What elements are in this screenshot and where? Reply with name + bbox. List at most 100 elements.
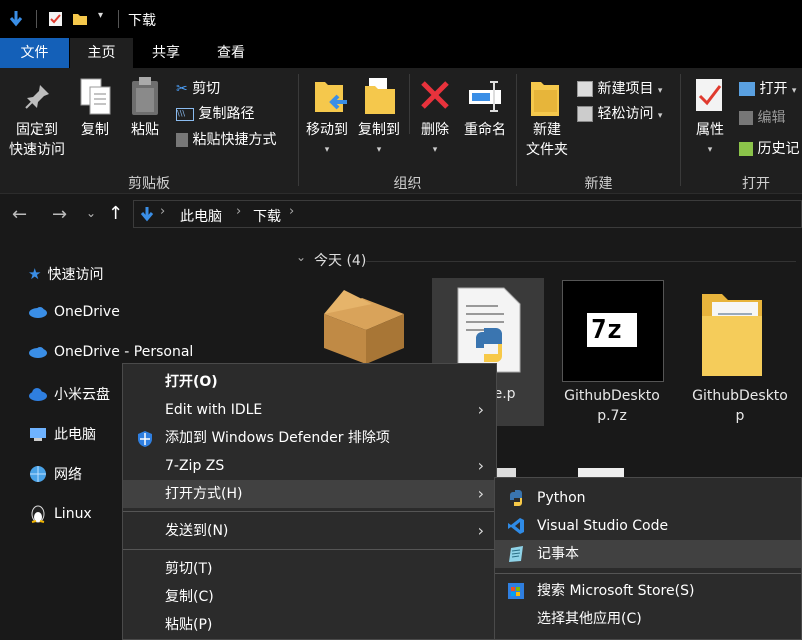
menu-item-label: 添加到 Windows Defender 排除项: [165, 430, 390, 446]
breadcrumb-this-pc[interactable]: 此电脑: [180, 206, 222, 226]
sidebar-item-label: OneDrive - Personal: [54, 344, 194, 360]
window-title: 下载: [128, 13, 156, 29]
tab-view[interactable]: 查看: [200, 38, 262, 68]
sidebar-item-onedrive-personal[interactable]: OneDrive - Personal: [28, 344, 193, 360]
copy-to-button[interactable]: 复制到 ▾: [351, 120, 407, 160]
cut-button[interactable]: ✂ 剪切: [176, 78, 220, 98]
menu-item-open-with[interactable]: 打开方式(H) ›: [123, 480, 496, 508]
edit-button[interactable]: 编辑: [739, 107, 785, 127]
properties-label: 属性: [696, 122, 724, 138]
notepad-icon: [509, 546, 523, 562]
menu-item-label: Visual Studio Code: [537, 518, 669, 534]
move-to-button[interactable]: 移动到 ▾: [299, 120, 355, 160]
open-button[interactable]: 打开 ▾: [739, 78, 796, 98]
linux-icon: [31, 505, 45, 523]
chevron-down-icon: ▾: [324, 145, 330, 155]
menu-item-open[interactable]: 打开(O): [123, 368, 496, 396]
file-tile-package[interactable]: [312, 280, 422, 370]
delete-button[interactable]: 删除 ▾: [413, 120, 457, 160]
breadcrumb-chevron-icon[interactable]: ›: [289, 204, 294, 219]
paste-shortcut-button[interactable]: 粘贴快捷方式: [176, 129, 276, 149]
customize-quick-access-dropdown-icon[interactable]: ▾: [98, 10, 103, 21]
properties-button[interactable]: 属性 ▾: [685, 120, 735, 160]
sidebar-item-linux[interactable]: Linux: [28, 504, 92, 524]
file-tile-7z[interactable]: 7z GithubDeskto p.7z: [558, 280, 674, 430]
package-icon: [324, 290, 404, 364]
delete-x-icon: [421, 81, 449, 109]
submenu-item-notepad[interactable]: 记事本: [495, 540, 801, 568]
quick-access-down-arrow-icon[interactable]: [8, 10, 24, 28]
paste-shortcut-label: 粘贴快捷方式: [192, 132, 277, 148]
tab-home[interactable]: 主页: [70, 38, 133, 69]
menu-item-label: Python: [537, 490, 586, 506]
properties-check-icon[interactable]: [48, 11, 64, 27]
new-folder-button[interactable]: 新建 文件夹: [517, 120, 577, 160]
history-button[interactable]: 历史记: [739, 138, 799, 158]
sidebar-item-label: OneDrive: [54, 304, 120, 320]
copy-button[interactable]: 复制: [72, 120, 118, 140]
new-group-label: 新建: [584, 176, 613, 192]
history-icon: [739, 142, 753, 156]
pin-to-quick-access-button[interactable]: 固定到 快速访问: [4, 120, 70, 160]
submenu-item-choose-other-app[interactable]: 选择其他应用(C): [495, 605, 801, 633]
sidebar-item-mi-cloud[interactable]: 小米云盘: [28, 384, 110, 404]
back-arrow-icon[interactable]: ←: [12, 204, 27, 225]
python-file-icon: [457, 287, 521, 373]
navigation-row: ← → ⌄ ↑ › 此电脑 › 下载 ›: [0, 194, 802, 236]
context-menu: 打开(O) Edit with IDLE › 添加到 Windows Defen…: [122, 363, 497, 640]
menu-item-paste[interactable]: 粘贴(P): [123, 611, 496, 639]
cloud-icon: [29, 307, 47, 318]
group-collapse-chevron-icon[interactable]: ⌄: [296, 250, 306, 264]
recent-locations-chevron-icon[interactable]: ⌄: [86, 206, 96, 220]
paste-button[interactable]: 粘贴: [122, 120, 168, 140]
sidebar-item-quick-access[interactable]: ★ 快速访问: [28, 264, 103, 284]
menu-item-label: 打开方式(H): [165, 486, 243, 502]
easy-access-label: 轻松访问: [597, 106, 654, 122]
menu-separator: [495, 573, 801, 574]
new-folder-icon: [531, 82, 559, 116]
delete-label: 删除: [421, 122, 449, 138]
sidebar-item-network[interactable]: 网络: [28, 464, 82, 484]
menu-item-send-to[interactable]: 发送到(N) ›: [123, 517, 496, 545]
file-name-line-1: GithubDeskto: [692, 388, 788, 404]
menu-item-cut[interactable]: 剪切(T): [123, 555, 496, 583]
new-group: 新建 文件夹 新建项目 ▾ 轻松访问 ▾ 新建: [517, 68, 680, 193]
sidebar-item-onedrive[interactable]: OneDrive: [28, 304, 120, 320]
rename-button[interactable]: 重命名: [455, 120, 515, 140]
menu-item-edit-with-idle[interactable]: Edit with IDLE ›: [123, 396, 496, 424]
scissors-icon: ✂: [176, 81, 188, 97]
cloud-icon: [29, 347, 47, 358]
edit-label: 编辑: [757, 110, 786, 126]
ribbon-tab-bar: 文件 主页 共享 查看: [0, 38, 802, 69]
up-arrow-icon[interactable]: ↑: [108, 203, 123, 224]
easy-access-button[interactable]: 轻松访问 ▾: [577, 103, 662, 123]
pin-label-1: 固定到: [16, 122, 58, 138]
submenu-item-search-store[interactable]: 搜索 Microsoft Store(S): [495, 577, 801, 605]
menu-item-copy[interactable]: 复制(C): [123, 583, 496, 611]
new-folder-quick-icon[interactable]: [72, 11, 88, 27]
organize-divider: [409, 74, 410, 134]
menu-item-defender-exclusion[interactable]: 添加到 Windows Defender 排除项: [123, 424, 496, 452]
group-header-today[interactable]: 今天 (4): [314, 250, 366, 270]
forward-arrow-icon[interactable]: →: [52, 204, 67, 225]
menu-item-label: 粘贴(P): [165, 617, 213, 633]
7zip-icon: 7z: [562, 280, 664, 382]
copy-path-button[interactable]: \\\ 复制路径: [176, 103, 254, 123]
breadcrumb-chevron-icon[interactable]: ›: [236, 204, 241, 219]
python-icon: [510, 490, 522, 506]
address-bar[interactable]: › 此电脑 › 下载 ›: [133, 200, 802, 228]
tab-share[interactable]: 共享: [135, 38, 197, 68]
chevron-down-icon: ▾: [657, 111, 663, 121]
menu-item-label: 剪切(T): [165, 561, 213, 577]
submenu-item-vscode[interactable]: Visual Studio Code: [495, 512, 801, 540]
file-tile-folder[interactable]: GithubDeskto p: [682, 280, 802, 430]
new-item-button[interactable]: 新建项目 ▾: [577, 78, 662, 98]
copy-to-folder-icon: [365, 78, 395, 114]
submenu-item-python[interactable]: Python: [495, 484, 801, 512]
sidebar-item-this-pc[interactable]: 此电脑: [28, 424, 96, 444]
tab-file[interactable]: 文件: [0, 38, 69, 68]
breadcrumb-chevron-icon[interactable]: ›: [160, 204, 165, 219]
breadcrumb-downloads[interactable]: 下载: [253, 206, 281, 226]
menu-item-7zip-zs[interactable]: 7-Zip ZS ›: [123, 452, 496, 480]
defender-shield-icon: [138, 431, 152, 447]
